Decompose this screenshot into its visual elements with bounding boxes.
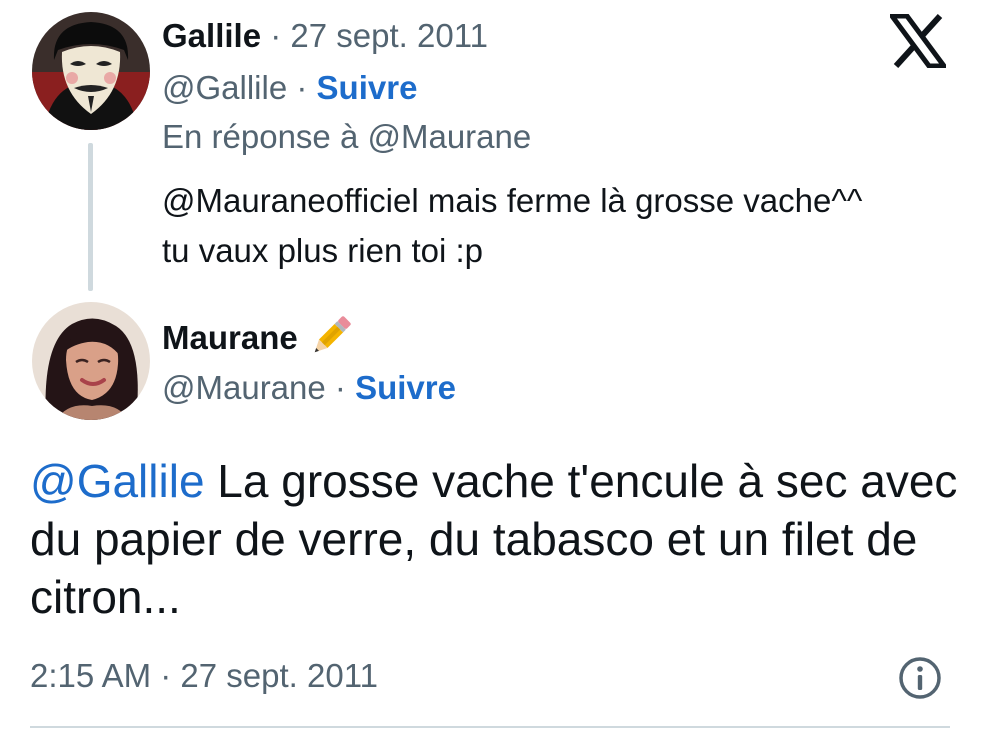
guy-fawkes-mask-avatar-icon xyxy=(32,12,150,130)
main-author-handle[interactable]: @Maurane xyxy=(162,369,326,406)
mention-link[interactable]: @Gallile xyxy=(30,455,205,507)
follow-button-gallile[interactable]: Suivre xyxy=(317,69,418,106)
tweet-timestamp[interactable]: 2:15 AM · 27 sept. 2011 xyxy=(30,656,378,696)
main-tweet-header: Maurane xyxy=(162,315,356,361)
avatar-gallile[interactable] xyxy=(32,12,150,130)
quoted-author-handle[interactable]: @Gallile xyxy=(162,69,287,106)
woman-portrait-avatar-icon xyxy=(32,302,150,420)
quoted-author-name[interactable]: Gallile xyxy=(162,17,261,54)
main-handle-line: @Maurane · Suivre xyxy=(162,368,456,408)
quoted-tweet-date[interactable]: 27 sept. 2011 xyxy=(290,17,488,54)
handle-separator: · xyxy=(334,369,346,406)
tweet-time: 2:15 AM xyxy=(30,657,152,694)
reply-to-label: En réponse à @Maurane xyxy=(162,118,532,155)
handle-separator: · xyxy=(296,69,308,106)
quoted-tweet-header: Gallile · 27 sept. 2011 xyxy=(162,16,488,56)
x-logo-icon[interactable] xyxy=(890,14,946,68)
follow-button-maurane[interactable]: Suivre xyxy=(355,369,456,406)
header-separator: · xyxy=(270,17,282,54)
timestamp-separator: · xyxy=(160,657,172,694)
info-circle-icon[interactable] xyxy=(898,656,942,700)
main-author-name[interactable]: Maurane xyxy=(162,318,298,358)
avatar-maurane[interactable] xyxy=(32,302,150,420)
quoted-tweet-text: @Mauraneofficiel mais ferme là grosse va… xyxy=(162,176,962,276)
pencil-emoji-icon xyxy=(306,311,356,361)
quoted-tweet-text-line: tu vaux plus rien toi :p xyxy=(162,232,484,269)
main-tweet-text: @Gallile La grosse vache t'encule à sec … xyxy=(30,452,960,626)
tweet-date: 27 sept. 2011 xyxy=(180,657,378,694)
quoted-handle-line: @Gallile · Suivre xyxy=(162,68,417,108)
quoted-tweet-text-line: @Mauraneofficiel mais ferme là grosse va… xyxy=(162,182,863,219)
thread-connector-line xyxy=(88,143,93,291)
bottom-divider xyxy=(30,726,950,728)
